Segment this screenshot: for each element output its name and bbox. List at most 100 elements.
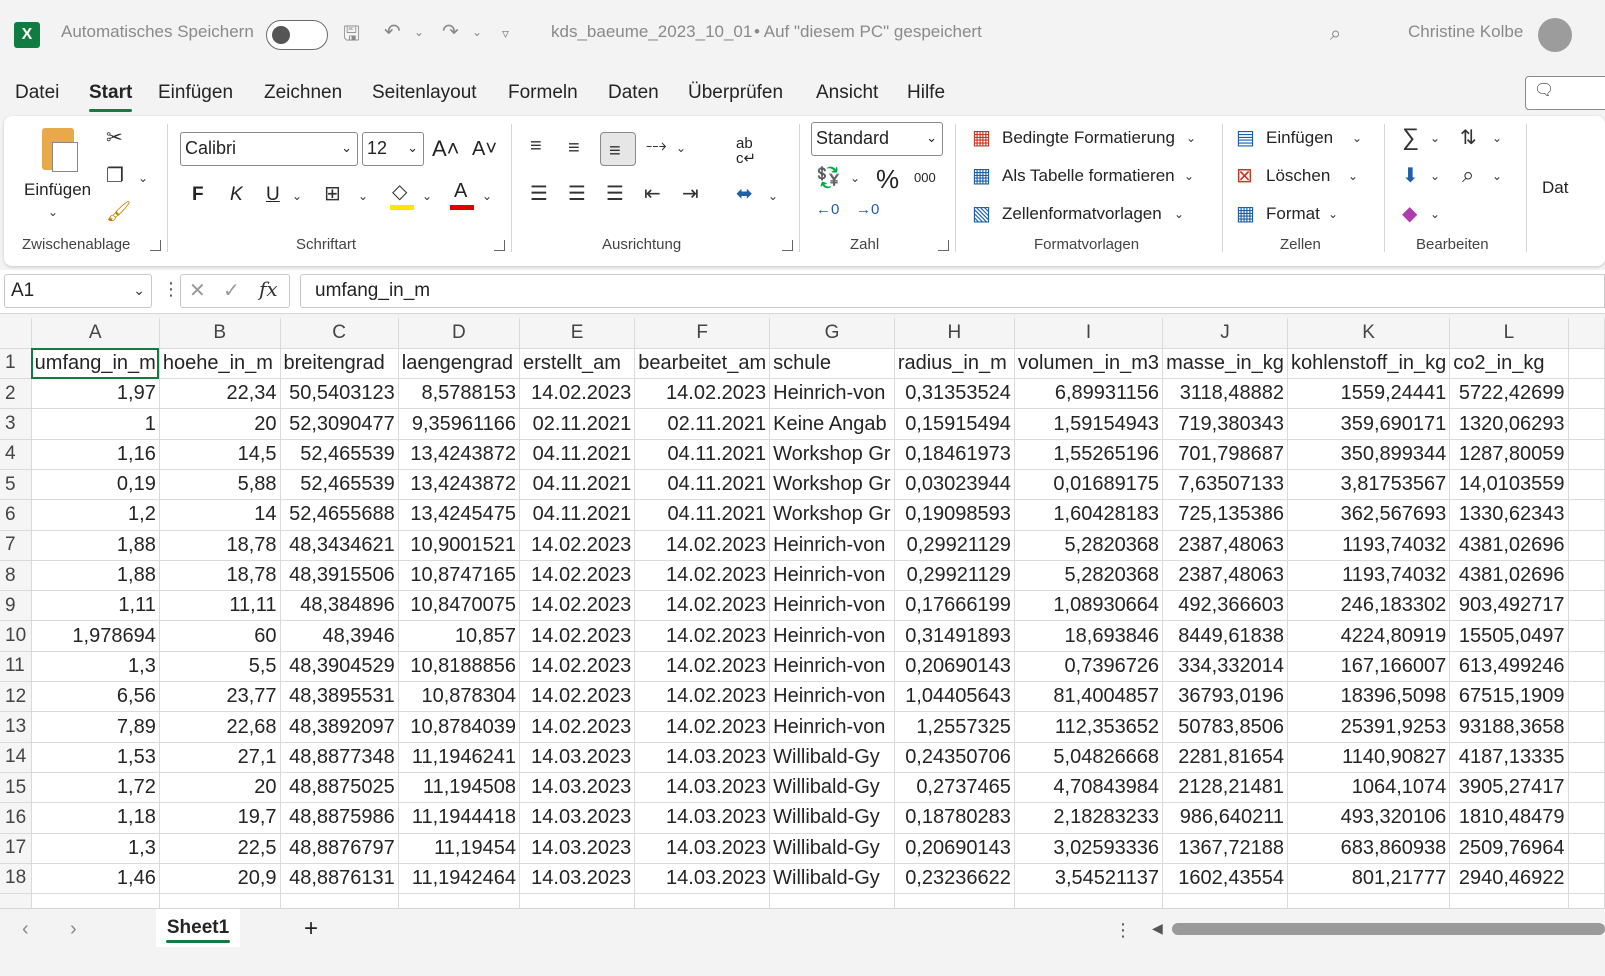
cell[interactable]: 11,194508 (398, 772, 521, 804)
cell[interactable]: 1,11 (31, 590, 160, 622)
cell[interactable]: co2_in_kg (1449, 348, 1569, 380)
cell[interactable] (1568, 560, 1605, 592)
cell[interactable]: 48,8875986 (280, 802, 399, 834)
cell[interactable]: 1810,48479 (1449, 802, 1569, 834)
cell[interactable]: 1,97 (31, 378, 160, 410)
cell[interactable]: 6,89931156 (1014, 378, 1164, 410)
cell[interactable]: 0,29921129 (894, 530, 1015, 561)
avatar[interactable] (1538, 18, 1572, 52)
cell[interactable]: 4381,02696 (1449, 530, 1569, 561)
search-icon[interactable]: ⌕ (1330, 24, 1341, 44)
cell[interactable]: 1287,80059 (1449, 439, 1569, 470)
cell[interactable] (1568, 772, 1605, 804)
row-header[interactable]: 12 (0, 681, 32, 713)
cell[interactable]: hoehe_in_m (159, 348, 281, 380)
cell[interactable]: 10,8784039 (398, 711, 521, 743)
underline-button[interactable]: U (266, 184, 280, 206)
add-sheet-button[interactable]: + (304, 915, 318, 943)
cell[interactable]: 14.02.2023 (634, 651, 771, 683)
cell[interactable]: 0,2737465 (894, 772, 1015, 804)
wrap-text-icon[interactable]: ab c↵ (736, 136, 756, 166)
tab-formeln[interactable]: Formeln (508, 82, 578, 104)
cell[interactable]: Willibald-Gy (769, 833, 895, 864)
align-top-icon[interactable]: ≡ (530, 136, 542, 156)
cell[interactable]: Heinrich-von (769, 590, 895, 622)
cell[interactable]: 1330,62343 (1449, 499, 1569, 531)
row-header[interactable] (0, 893, 32, 908)
cell[interactable]: 1,59154943 (1014, 408, 1164, 440)
borders-icon[interactable]: ⊞ (324, 184, 341, 204)
align-left-icon[interactable]: ☰ (530, 184, 548, 204)
row-header[interactable]: 7 (0, 530, 32, 561)
cell[interactable] (1568, 499, 1605, 531)
cell[interactable]: 14.03.2023 (634, 742, 771, 773)
orientation-icon[interactable]: ⤏ (646, 136, 667, 156)
fill-icon[interactable]: ⬇ (1402, 166, 1419, 186)
conditional-formatting-button[interactable]: Bedingte Formatierung (1002, 128, 1175, 148)
cell[interactable]: 6,56 (31, 681, 160, 713)
cell[interactable]: Heinrich-von (769, 530, 895, 561)
align-middle-icon[interactable]: ≡ (568, 138, 580, 158)
autosum-icon[interactable]: ∑ (1402, 126, 1419, 150)
cell[interactable]: schule (769, 348, 895, 380)
cell[interactable]: 903,492717 (1449, 590, 1569, 622)
cell[interactable]: 48,3434621 (280, 530, 399, 561)
cell[interactable]: 1,3 (31, 651, 160, 683)
cell[interactable] (1568, 833, 1605, 864)
cell[interactable]: 1,46 (31, 863, 160, 895)
column-header[interactable]: E (519, 318, 636, 349)
cell[interactable]: 5,2820368 (1014, 530, 1164, 561)
cell[interactable]: Willibald-Gy (769, 802, 895, 834)
cell[interactable]: 10,878304 (398, 681, 521, 713)
cell[interactable]: 48,3895531 (280, 681, 399, 713)
cell[interactable] (1287, 893, 1451, 908)
cell[interactable]: 67515,1909 (1449, 681, 1569, 713)
cell[interactable]: 0,17666199 (894, 590, 1015, 622)
row-header[interactable]: 4 (0, 439, 32, 470)
column-header[interactable]: B (159, 318, 281, 349)
cell[interactable]: 14.03.2023 (519, 772, 636, 804)
row-header[interactable]: 8 (0, 560, 32, 592)
cell[interactable]: 13,4243872 (398, 469, 521, 501)
tab-seitenlayout[interactable]: Seitenlayout (372, 82, 477, 104)
column-header[interactable]: J (1162, 318, 1288, 349)
cell[interactable]: volumen_in_m3 (1014, 348, 1164, 380)
number-launcher-icon[interactable] (938, 240, 949, 251)
undo-dropdown-icon[interactable]: ⌄ (414, 26, 424, 38)
align-right-icon[interactable]: ☰ (606, 184, 624, 204)
cell[interactable]: 25391,9253 (1287, 711, 1451, 743)
comments-button[interactable]: 🗨 (1525, 76, 1605, 110)
cell[interactable]: 1,04405643 (894, 681, 1015, 713)
fill-color-dropdown-icon[interactable]: ⌄ (422, 190, 432, 202)
cell[interactable] (769, 893, 895, 908)
row-header[interactable]: 5 (0, 469, 32, 501)
cell[interactable]: 0,29921129 (894, 560, 1015, 592)
row-header[interactable]: 10 (0, 620, 32, 652)
column-header[interactable]: F (634, 318, 771, 349)
format-cells-icon[interactable]: ▦ (1236, 204, 1255, 224)
cell[interactable] (1568, 408, 1605, 440)
cell[interactable]: 1,53 (31, 742, 160, 773)
cell[interactable]: 14.02.2023 (634, 530, 771, 561)
cell[interactable] (1568, 651, 1605, 683)
cell[interactable]: 22,34 (159, 378, 281, 410)
conditional-formatting-icon[interactable]: ▦ (972, 128, 991, 148)
cell[interactable]: erstellt_am (519, 348, 636, 380)
row-header[interactable]: 14 (0, 742, 32, 773)
cell[interactable]: 11,11 (159, 590, 281, 622)
cell[interactable] (634, 893, 771, 908)
cell[interactable]: 1 (31, 408, 160, 440)
cell[interactable]: 0,23236622 (894, 863, 1015, 895)
cell[interactable]: 48,8877348 (280, 742, 399, 773)
cell[interactable]: 48,3915506 (280, 560, 399, 592)
file-name[interactable]: kds_baeume_2023_10_01 (551, 22, 752, 42)
save-icon[interactable]: 🖫 (343, 24, 360, 44)
font-size-select[interactable]: 12 ⌄ (362, 132, 424, 166)
cell[interactable]: 36793,0196 (1162, 681, 1288, 713)
cell[interactable]: Heinrich-von (769, 651, 895, 683)
cell[interactable]: 4224,80919 (1287, 620, 1451, 652)
data-group-cutoff[interactable]: Dat (1542, 178, 1568, 198)
cell[interactable]: 04.11.2021 (519, 499, 636, 531)
cell[interactable] (1162, 893, 1288, 908)
cell[interactable]: 3,02593336 (1014, 833, 1164, 864)
